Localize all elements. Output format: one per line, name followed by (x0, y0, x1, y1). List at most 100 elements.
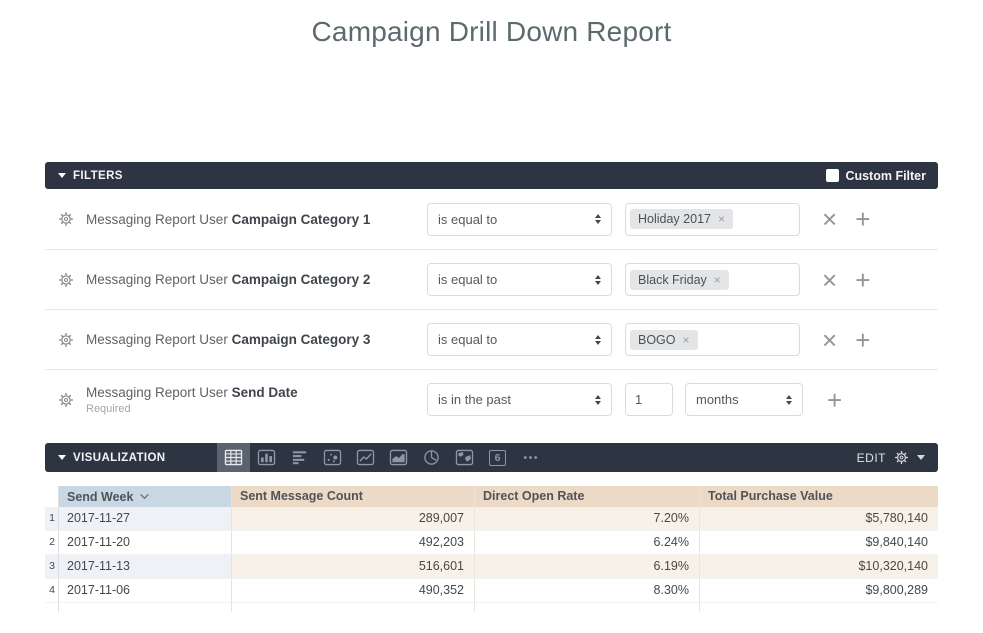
total-purchase-value-cell: $10,320,140 (700, 555, 938, 578)
chip-label: Holiday 2017 (638, 212, 711, 226)
remove-filter-button[interactable]: × (822, 327, 837, 353)
filter-row-campaign-category-3: Messaging Report User Campaign Category … (45, 309, 938, 369)
direct-open-rate-cell: 6.19% (475, 555, 700, 578)
sent-message-count-cell: 490,352 (232, 579, 475, 602)
table-row: 4 2017-11-06 490,352 8.30% $9,800,289 (45, 579, 938, 603)
chip-remove-icon[interactable]: × (718, 213, 725, 225)
filter-value-input[interactable]: Holiday 2017 × (625, 203, 800, 236)
filter-prefix-text: Messaging Report User (86, 385, 228, 400)
chip-label: Black Friday (638, 273, 707, 287)
map-viz-icon[interactable] (448, 443, 481, 472)
send-week-cell: 2017-11-20 (59, 531, 232, 554)
filter-prefix-text: Messaging Report User (86, 272, 228, 287)
column-header-label: Send Week (67, 487, 133, 507)
more-options-icon[interactable] (514, 443, 547, 472)
updown-arrows-icon (595, 214, 601, 224)
page-title: Campaign Drill Down Report (0, 16, 983, 48)
filter-chip: Black Friday × (630, 270, 729, 290)
table-viz-icon[interactable] (217, 443, 250, 472)
filters-header-label: FILTERS (73, 170, 123, 182)
table-row: 2 2017-11-20 492,203 6.24% $9,840,140 (45, 531, 938, 555)
filter-row-send-date: Messaging Report User Send Date Required… (45, 369, 938, 429)
send-week-cell: 2017-11-06 (59, 579, 232, 602)
custom-filter-checkbox[interactable] (826, 169, 839, 182)
unit-value: months (696, 392, 739, 407)
direct-open-rate-cell: 6.24% (475, 531, 700, 554)
add-filter-button[interactable]: + (855, 206, 870, 232)
edit-visualization-button[interactable]: EDIT (857, 450, 938, 465)
send-week-cell (59, 603, 232, 612)
chip-remove-icon[interactable]: × (683, 334, 690, 346)
filter-chip: Holiday 2017 × (630, 209, 733, 229)
sent-message-count-cell (232, 603, 475, 612)
collapse-triangle-icon (58, 455, 66, 460)
column-header-send-week[interactable]: Send Week (59, 486, 232, 507)
operator-dropdown[interactable]: is equal to (427, 263, 612, 296)
sent-message-count-cell: 492,203 (232, 531, 475, 554)
interval-value-input[interactable] (625, 383, 673, 416)
required-note: Required (86, 403, 427, 415)
operator-value: is equal to (438, 332, 497, 347)
direct-open-rate-cell: 8.30% (475, 579, 700, 602)
send-week-cell: 2017-11-27 (59, 507, 232, 530)
table-header-row: Send Week Sent Message Count Direct Open… (45, 486, 938, 507)
updown-arrows-icon (595, 275, 601, 285)
filter-gear-button[interactable] (58, 332, 78, 348)
updown-arrows-icon (595, 395, 601, 405)
single-value-glyph: 6 (489, 450, 506, 466)
total-purchase-value-cell: $9,800,289 (700, 579, 938, 602)
column-chart-viz-icon[interactable] (250, 443, 283, 472)
sort-chevron-down-icon (139, 493, 150, 500)
custom-filter-toggle[interactable]: Custom Filter (826, 169, 938, 183)
filter-gear-button[interactable] (58, 211, 78, 227)
add-filter-button[interactable]: + (855, 327, 870, 353)
scatter-plot-viz-icon[interactable] (316, 443, 349, 472)
edit-label: EDIT (857, 451, 886, 465)
operator-dropdown[interactable]: is equal to (427, 203, 612, 236)
filter-value-input[interactable]: BOGO × (625, 323, 800, 356)
remove-filter-button[interactable]: × (822, 206, 837, 232)
total-purchase-value-cell: $5,780,140 (700, 507, 938, 530)
filter-value-input[interactable]: Black Friday × (625, 263, 800, 296)
add-filter-button[interactable]: + (827, 387, 842, 413)
filter-field-label: Messaging Report User Campaign Category … (86, 272, 427, 287)
bar-chart-viz-icon[interactable] (283, 443, 316, 472)
filter-field-label: Messaging Report User Campaign Category … (86, 332, 427, 347)
visualization-header-label: VISUALIZATION (73, 452, 166, 464)
line-chart-viz-icon[interactable] (349, 443, 382, 472)
filter-row-campaign-category-2: Messaging Report User Campaign Category … (45, 249, 938, 309)
total-purchase-value-cell (700, 603, 938, 612)
pie-chart-viz-icon[interactable] (415, 443, 448, 472)
filter-field-label: Messaging Report User Send Date Required (86, 385, 427, 415)
operator-dropdown[interactable]: is in the past (427, 383, 612, 416)
remove-filter-button[interactable]: × (822, 267, 837, 293)
total-purchase-value-cell: $9,840,140 (700, 531, 938, 554)
visualization-collapse-toggle[interactable]: VISUALIZATION (45, 452, 217, 464)
single-value-viz-icon[interactable]: 6 (481, 443, 514, 472)
area-chart-viz-icon[interactable] (382, 443, 415, 472)
filter-gear-button[interactable] (58, 272, 78, 288)
operator-dropdown[interactable]: is equal to (427, 323, 612, 356)
operator-value: is in the past (438, 392, 511, 407)
gear-icon (894, 450, 909, 465)
results-table: Send Week Sent Message Count Direct Open… (45, 486, 938, 612)
add-filter-button[interactable]: + (855, 267, 870, 293)
filter-prefix-text: Messaging Report User (86, 212, 228, 227)
filter-field-name: Send Date (232, 385, 298, 400)
column-header-direct-open-rate[interactable]: Direct Open Rate (475, 486, 700, 507)
visualization-header-bar: VISUALIZATION (45, 443, 938, 472)
filters-header-bar: FILTERS Custom Filter (45, 162, 938, 189)
interval-unit-dropdown[interactable]: months (685, 383, 803, 416)
chip-remove-icon[interactable]: × (714, 274, 721, 286)
partial-row (45, 603, 938, 612)
viz-type-picker: 6 (217, 443, 547, 472)
filter-gear-button[interactable] (58, 392, 78, 408)
custom-filter-label: Custom Filter (845, 169, 926, 183)
filter-row-campaign-category-1: Messaging Report User Campaign Category … (45, 189, 938, 249)
column-header-sent-message-count[interactable]: Sent Message Count (232, 486, 475, 507)
filters-collapse-toggle[interactable]: FILTERS (45, 170, 123, 182)
row-number (45, 603, 59, 612)
filters-section: FILTERS Custom Filter Messaging Report U… (45, 162, 938, 429)
column-header-total-purchase-value[interactable]: Total Purchase Value (700, 486, 938, 507)
filter-field-name: Campaign Category 3 (232, 332, 371, 347)
